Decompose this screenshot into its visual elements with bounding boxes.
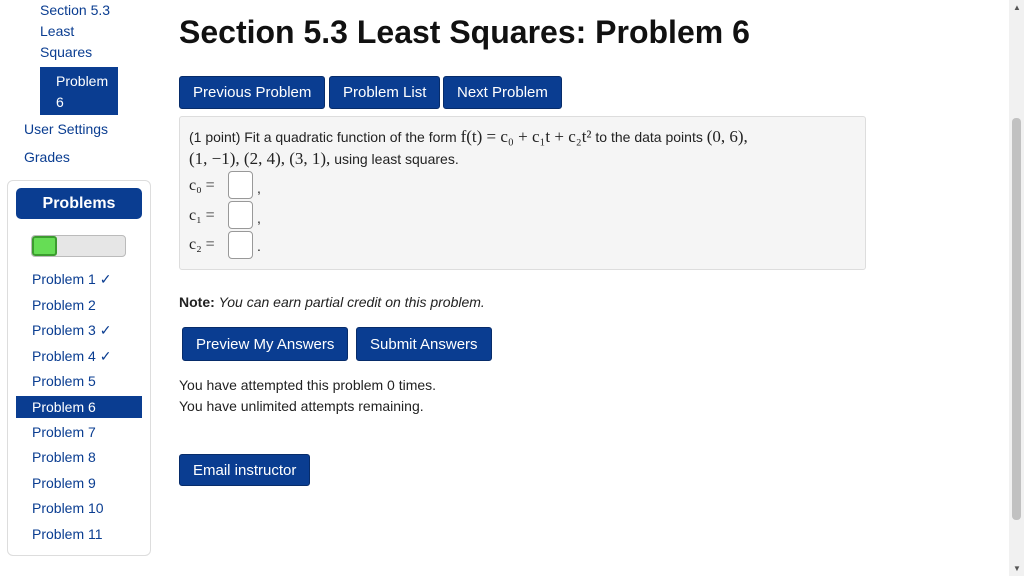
answer-input-c1[interactable] (228, 201, 253, 229)
problem-link-4[interactable]: Problem 4 ✓ (16, 345, 142, 367)
scrollbar-thumb[interactable] (1012, 118, 1021, 520)
current-problem-number: 6 (56, 94, 64, 110)
previous-problem-button[interactable]: Previous Problem (179, 76, 326, 109)
problem-link-8[interactable]: Problem 8 (16, 446, 142, 468)
problem-statement-line2: (1, −1), (2, 4), (3, 1), using least squ… (189, 149, 459, 169)
sidebar: Section 5.3 Least Squares Problem 6 User… (0, 0, 160, 576)
answer-punct-c0: , (257, 180, 261, 196)
problem-statement-line1: (1 point) Fit a quadratic function of th… (189, 127, 748, 147)
email-instructor-button[interactable]: Email instructor (179, 454, 311, 486)
answer-punct-c1: , (257, 210, 261, 226)
answer-input-c0[interactable] (228, 171, 253, 199)
problem-method: using least squares. (334, 151, 459, 167)
problem-link-2[interactable]: Problem 2 (16, 294, 142, 316)
answer-label-c1: c₁ = (189, 207, 215, 224)
scroll-up-icon[interactable]: ▲ (1013, 3, 1021, 12)
answer-label-c0: c₀ = (189, 177, 215, 194)
current-problem-link[interactable]: Problem 6 (40, 67, 118, 115)
page-title: Section 5.3 Least Squares: Problem 6 (179, 14, 750, 50)
answer-punct-c2: . (257, 238, 261, 254)
answer-input-c2[interactable] (228, 231, 253, 259)
note-label: Note: (179, 294, 215, 310)
attempts-text: You have attempted this problem 0 times. (179, 377, 437, 393)
problem-point-1: (0, 6), (706, 127, 748, 146)
submit-answers-button[interactable]: Submit Answers (356, 327, 492, 361)
progress-bar-fill (32, 236, 58, 256)
problem-to-points: to the data points (595, 129, 703, 145)
problems-header: Problems (16, 188, 142, 219)
current-problem-label: Problem (56, 73, 109, 89)
problem-intro: (1 point) Fit a quadratic function of th… (189, 129, 457, 145)
problem-list-button[interactable]: Problem List (329, 76, 441, 109)
problem-link-11[interactable]: Problem 11 (16, 523, 142, 545)
answer-label-c2: c₂ = (189, 236, 215, 253)
next-problem-button[interactable]: Next Problem (443, 76, 562, 109)
course-link[interactable]: Section 5.3 (40, 2, 110, 18)
preview-answers-button[interactable]: Preview My Answers (182, 327, 349, 361)
problem-link-5[interactable]: Problem 5 (16, 370, 142, 392)
note: Note: You can earn partial credit on thi… (179, 294, 485, 310)
problem-points-rest: (1, −1), (2, 4), (3, 1), (189, 149, 331, 168)
problem-link-7[interactable]: Problem 7 (16, 421, 142, 443)
progress-bar (31, 235, 126, 257)
user-settings-link[interactable]: User Settings (24, 121, 108, 137)
remaining-attempts-text: You have unlimited attempts remaining. (179, 398, 424, 414)
problem-link-9[interactable]: Problem 9 (16, 472, 142, 494)
problem-link-6[interactable]: Problem 6 (16, 396, 142, 418)
note-text: You can earn partial credit on this prob… (218, 294, 485, 310)
scroll-down-icon[interactable]: ▼ (1013, 564, 1021, 573)
course-link-line2[interactable]: Least (40, 23, 74, 39)
scrollbar[interactable]: ▲ ▼ (1009, 0, 1024, 576)
problem-link-3[interactable]: Problem 3 ✓ (16, 319, 142, 341)
problem-formula: f(t) = c₀ + c₁t + c₂t² (460, 127, 592, 146)
problem-link-10[interactable]: Problem 10 (16, 497, 142, 519)
course-link-line3[interactable]: Squares (40, 44, 92, 60)
problem-link-1[interactable]: Problem 1 ✓ (16, 268, 142, 290)
grades-link[interactable]: Grades (24, 149, 70, 165)
